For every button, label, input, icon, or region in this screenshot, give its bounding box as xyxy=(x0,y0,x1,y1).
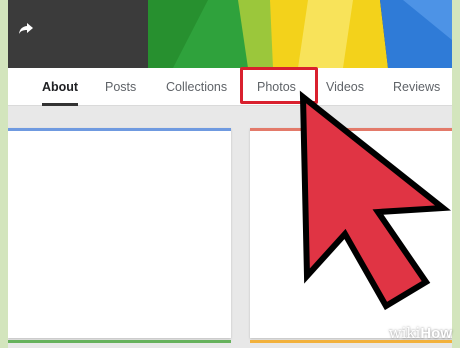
wikihow-watermark: wikiHow xyxy=(389,324,452,342)
content-card-left xyxy=(8,128,231,338)
card-strip-left xyxy=(8,340,231,343)
tab-photos[interactable]: Photos xyxy=(257,68,296,106)
content-card-right xyxy=(250,128,452,338)
watermark-prefix: wiki xyxy=(388,324,421,342)
share-arrow-icon xyxy=(19,23,33,34)
watermark-suffix: How xyxy=(420,325,452,342)
cover-photo xyxy=(8,0,452,68)
tab-posts[interactable]: Posts xyxy=(105,68,136,106)
tab-videos[interactable]: Videos xyxy=(326,68,364,106)
share-button[interactable] xyxy=(18,22,44,48)
tab-reviews[interactable]: Reviews xyxy=(393,68,440,106)
profile-tab-bar: About Posts Collections Photos Videos Re… xyxy=(8,68,452,106)
page-stage: About Posts Collections Photos Videos Re… xyxy=(8,0,452,348)
tab-about[interactable]: About xyxy=(42,68,79,106)
tab-collections[interactable]: Collections xyxy=(166,68,227,106)
